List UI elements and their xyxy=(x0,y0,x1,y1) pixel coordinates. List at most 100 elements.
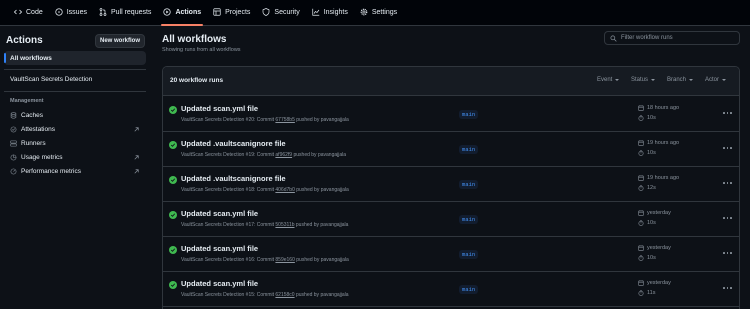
run-title[interactable]: Updated .vaultscanignore file xyxy=(181,174,286,183)
tab-label: Pull requests xyxy=(110,8,152,16)
run-when: yesterday xyxy=(647,210,671,216)
commit-sha-link[interactable]: 505311b xyxy=(275,222,294,228)
tab-security[interactable]: Security xyxy=(256,0,305,25)
run-duration-value: 10s xyxy=(647,220,656,226)
run-time: 19 hours ago xyxy=(638,175,679,181)
tab-insights[interactable]: Insights xyxy=(306,0,354,25)
sidebar-divider xyxy=(4,69,146,70)
table-icon xyxy=(213,8,221,16)
page-subtitle: Showing runs from all workflows xyxy=(162,47,241,53)
run-title[interactable]: Updated .vaultscanignore file xyxy=(181,139,286,148)
branch-filter[interactable]: Branch xyxy=(667,77,694,83)
run-pusher: pushed by pavangajjala xyxy=(295,222,349,228)
sidebar-item-attestations[interactable]: Attestations xyxy=(4,123,146,136)
caret-down-icon xyxy=(615,79,620,81)
verified-icon xyxy=(10,126,17,133)
run-workflow: VaultScan Secrets Detection #19: Commit xyxy=(181,152,275,158)
run-duration: 12s xyxy=(638,185,656,191)
filter-label: Status xyxy=(631,77,649,83)
run-when: 18 hours ago xyxy=(647,105,680,111)
run-time: yesterday xyxy=(638,210,671,216)
management-heading: Management xyxy=(10,98,44,104)
workflow-run-row[interactable]: Updated scan.yml file VaultScan Secrets … xyxy=(163,272,739,307)
sidebar-item-caches[interactable]: Caches xyxy=(4,109,146,122)
run-meta: VaultScan Secrets Detection #18: Commit … xyxy=(181,187,349,193)
stopwatch-icon xyxy=(638,255,644,261)
branch-label[interactable]: main xyxy=(459,215,479,224)
kebab-menu-icon[interactable] xyxy=(723,249,732,257)
sidebar-item-all-workflows[interactable]: All workflows xyxy=(4,51,146,65)
actions-sidebar: Actions New workflow All workflows Vault… xyxy=(0,27,152,309)
run-title[interactable]: Updated scan.yml file xyxy=(181,104,258,113)
run-when: 19 hours ago xyxy=(647,175,680,181)
sidebar-item-vaultscan[interactable]: VaultScan Secrets Detection xyxy=(4,72,146,86)
commit-sha-link[interactable]: af962f9 xyxy=(275,152,292,158)
sidebar-item-label: Performance metrics xyxy=(21,168,81,175)
run-workflow: VaultScan Secrets Detection #17: Commit xyxy=(181,222,275,228)
commit-sha-link[interactable]: 62158c0 xyxy=(275,292,294,298)
event-filter[interactable]: Event xyxy=(597,77,620,83)
workflow-run-row[interactable]: Updated scan.yml file VaultScan Secrets … xyxy=(163,202,739,237)
workflow-run-row[interactable]: Updated .vaultscanignore file VaultScan … xyxy=(163,132,739,167)
run-duration-value: 11s xyxy=(647,290,656,296)
branch-label[interactable]: main xyxy=(459,110,479,119)
run-meta: VaultScan Secrets Detection #20: Commit … xyxy=(181,117,349,123)
stopwatch-icon xyxy=(638,115,644,121)
branch-label[interactable]: main xyxy=(459,180,479,189)
workflow-run-row[interactable]: Updated scan.yml file VaultScan Secrets … xyxy=(163,237,739,272)
actor-filter[interactable]: Actor xyxy=(705,77,727,83)
tab-actions[interactable]: Actions xyxy=(157,0,207,26)
sidebar-item-runners[interactable]: Runners xyxy=(4,137,146,150)
external-link-icon xyxy=(134,155,139,160)
tab-settings[interactable]: Settings xyxy=(354,0,403,25)
runs-count: 20 workflow runs xyxy=(170,77,224,84)
tab-projects[interactable]: Projects xyxy=(207,0,256,25)
sidebar-item-usage-metrics[interactable]: Usage metrics xyxy=(4,151,146,164)
run-meta: VaultScan Secrets Detection #15: Commit … xyxy=(181,292,349,298)
success-check-icon xyxy=(169,141,177,149)
run-duration-value: 12s xyxy=(647,185,656,191)
success-check-icon xyxy=(169,281,177,289)
run-pusher: pushed by pavangajjala xyxy=(295,292,349,298)
branch-label[interactable]: main xyxy=(459,250,479,259)
filter-placeholder: Filter workflow runs xyxy=(621,35,673,41)
calendar-icon xyxy=(638,245,644,251)
success-check-icon xyxy=(169,211,177,219)
new-workflow-button[interactable]: New workflow xyxy=(95,34,145,48)
run-title[interactable]: Updated scan.yml file xyxy=(181,209,258,218)
kebab-menu-icon[interactable] xyxy=(723,109,732,117)
sidebar-item-label: Caches xyxy=(21,112,44,119)
filter-workflow-runs-input[interactable]: Filter workflow runs xyxy=(604,31,740,45)
meter-icon xyxy=(10,168,17,175)
calendar-icon xyxy=(638,210,644,216)
run-title[interactable]: Updated scan.yml file xyxy=(181,244,258,253)
tab-pull-requests[interactable]: Pull requests xyxy=(93,0,157,25)
kebab-menu-icon[interactable] xyxy=(723,214,732,222)
tab-issues[interactable]: Issues xyxy=(49,0,93,25)
kebab-menu-icon[interactable] xyxy=(723,144,732,152)
filter-label: Event xyxy=(597,77,613,83)
kebab-menu-icon[interactable] xyxy=(723,284,732,292)
workflow-run-row[interactable]: Updated .vaultscanignore file VaultScan … xyxy=(163,167,739,202)
workflow-run-row[interactable]: Updated scan.yml file VaultScan Secrets … xyxy=(163,97,739,132)
commit-sha-link[interactable]: 859e160 xyxy=(275,257,294,263)
commit-sha-link[interactable]: 406d7b0 xyxy=(275,187,294,193)
run-pusher: pushed by pavangajjala xyxy=(296,187,349,193)
run-meta: VaultScan Secrets Detection #16: Commit … xyxy=(181,257,349,263)
status-filter[interactable]: Status xyxy=(631,77,656,83)
runs-header: 20 workflow runs Event Status Branch Act… xyxy=(163,67,739,96)
tab-code[interactable]: Code xyxy=(8,0,49,25)
branch-label[interactable]: main xyxy=(459,145,479,154)
branch-label[interactable]: main xyxy=(459,285,479,294)
sidebar-item-performance-metrics[interactable]: Performance metrics xyxy=(4,165,146,178)
run-title[interactable]: Updated scan.yml file xyxy=(181,279,258,288)
issue-icon xyxy=(55,8,63,16)
sidebar-divider xyxy=(4,91,146,92)
tab-label: Issues xyxy=(66,8,87,16)
commit-sha-link[interactable]: 67758b5 xyxy=(275,117,294,123)
filter-label: Actor xyxy=(705,77,720,83)
kebab-menu-icon[interactable] xyxy=(723,179,732,187)
graph-icon xyxy=(312,8,319,16)
run-pusher: pushed by pavangajjala xyxy=(293,152,347,158)
calendar-icon xyxy=(638,175,644,181)
